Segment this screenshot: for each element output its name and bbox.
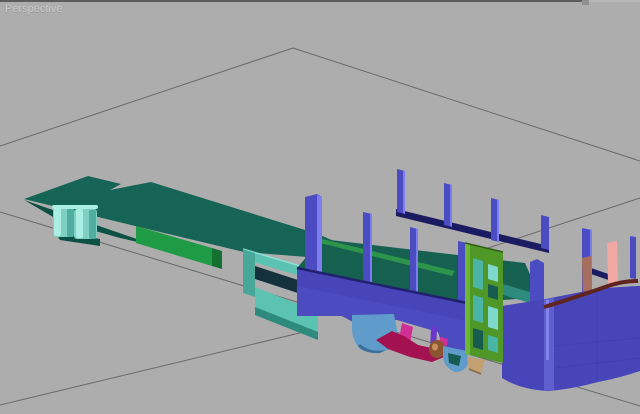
loading-ramp-block[interactable] bbox=[52, 205, 98, 239]
top-border-light bbox=[586, 0, 640, 2]
stake-post-edge bbox=[497, 199, 499, 242]
ramp-lobe-shade bbox=[89, 210, 96, 239]
cab-facet-highlight bbox=[546, 300, 549, 360]
axle-hub-cap bbox=[432, 344, 438, 351]
frame-slot bbox=[488, 306, 498, 330]
headboard-group[interactable] bbox=[465, 243, 503, 374]
border-tick bbox=[582, 0, 589, 5]
ramp-lobe-highlight bbox=[54, 207, 61, 236]
salmon-post[interactable] bbox=[607, 241, 618, 284]
stake-post[interactable] bbox=[541, 215, 549, 250]
stake-post-edge bbox=[450, 184, 452, 227]
ramp-block-top-edge bbox=[52, 205, 98, 209]
trailer-skirt-end[interactable] bbox=[212, 248, 222, 269]
ramp-lobe-highlight bbox=[76, 209, 83, 238]
perspective-viewport[interactable]: Perspective bbox=[0, 0, 640, 414]
frame-slot bbox=[473, 295, 483, 323]
stake-post-edge bbox=[317, 195, 322, 275]
stake-post[interactable] bbox=[630, 236, 636, 279]
headboard-edge bbox=[465, 243, 470, 355]
stake-post-edge bbox=[403, 170, 405, 214]
stake-post-edge bbox=[416, 228, 418, 300]
viewport-label[interactable]: Perspective bbox=[5, 3, 62, 15]
3d-scene[interactable] bbox=[0, 0, 640, 414]
frame-slot bbox=[488, 335, 498, 353]
ramp-left-wall[interactable] bbox=[243, 249, 255, 297]
frame-slot bbox=[488, 264, 498, 282]
top-border bbox=[0, 0, 640, 2]
stake-post-edge bbox=[370, 213, 372, 290]
frame-slot bbox=[473, 258, 483, 290]
frame-slot bbox=[473, 328, 483, 350]
ramp-lobe-shade bbox=[67, 208, 74, 237]
